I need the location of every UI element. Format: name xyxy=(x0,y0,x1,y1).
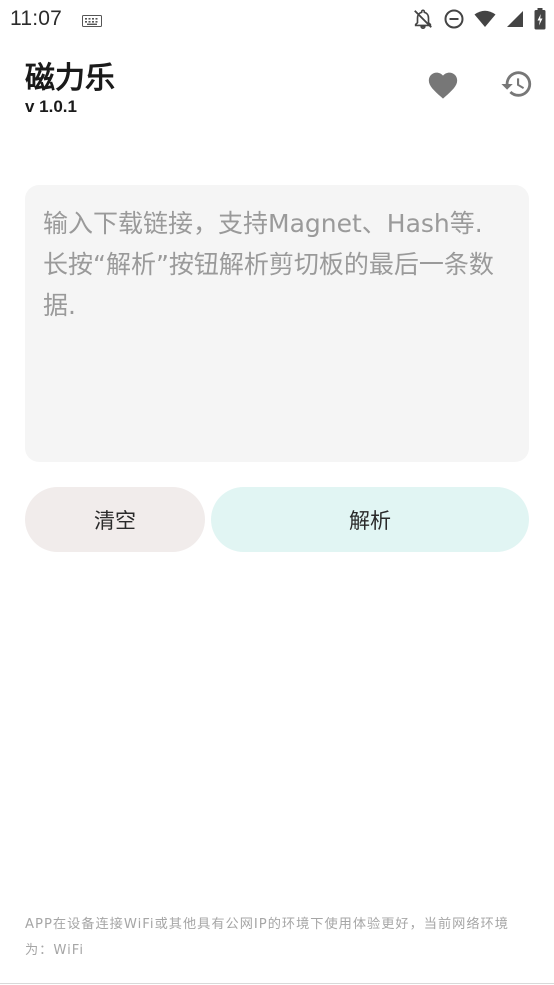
favorite-button[interactable] xyxy=(419,62,467,110)
keyboard-icon xyxy=(82,12,102,31)
network-status-note: APP在设备连接WiFi或其他具有公网IP的环境下使用体验更好，当前网络环境为：… xyxy=(25,917,509,958)
app-title: 磁力乐 xyxy=(25,61,115,96)
notifications-off-icon xyxy=(412,8,434,30)
status-time: 11:07 xyxy=(10,7,62,30)
status-icons xyxy=(412,7,546,31)
link-input[interactable] xyxy=(25,185,529,462)
bottom-divider xyxy=(0,983,554,984)
clear-button[interactable]: 清空 xyxy=(25,487,205,552)
status-bar: 11:07 xyxy=(0,0,554,38)
do-not-disturb-icon xyxy=(444,9,464,29)
app-version: v 1.0.1 xyxy=(25,97,77,116)
wifi-icon xyxy=(474,10,496,28)
heart-icon xyxy=(426,68,460,104)
history-icon xyxy=(500,67,534,105)
battery-charging-icon xyxy=(534,8,546,30)
parse-button[interactable]: 解析 xyxy=(211,487,529,552)
history-button[interactable] xyxy=(493,62,541,110)
cell-signal-icon xyxy=(506,10,524,28)
